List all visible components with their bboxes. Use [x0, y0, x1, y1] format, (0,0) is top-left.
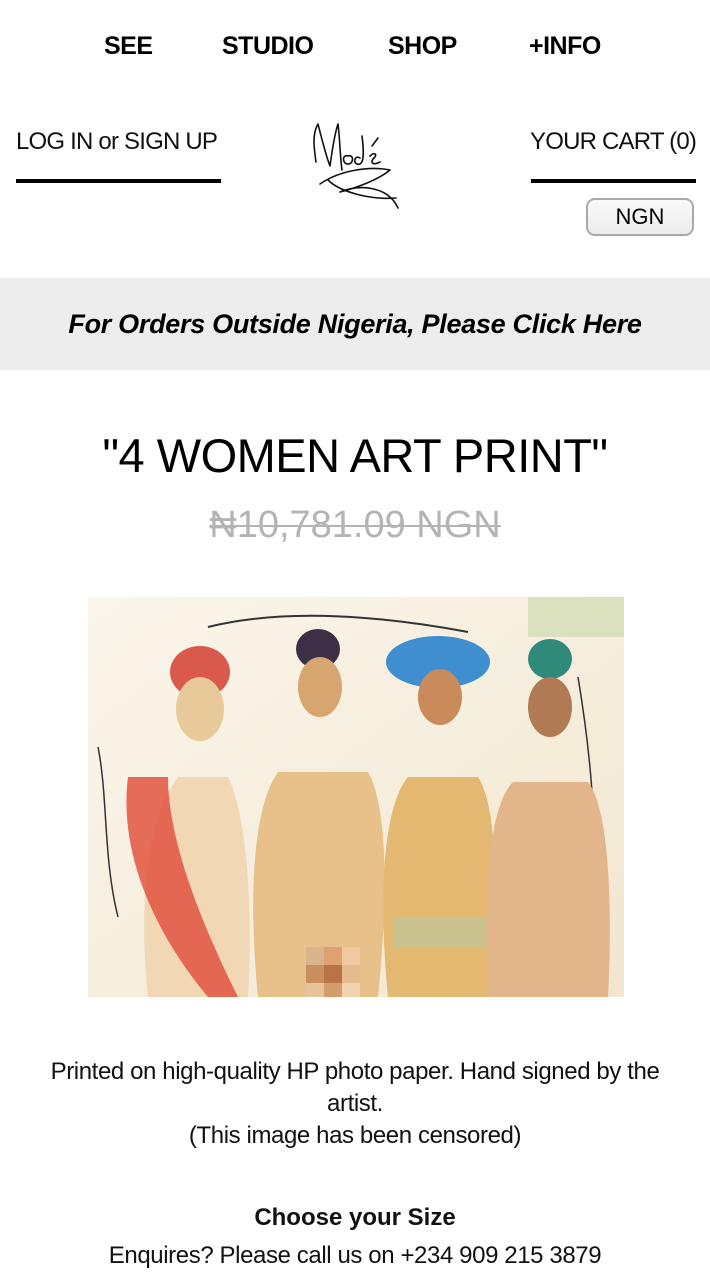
product-image[interactable]	[88, 597, 624, 997]
description-line-2: (This image has been censored)	[188, 1122, 522, 1149]
cart-underline	[531, 179, 696, 183]
cart-link[interactable]: YOUR CART (0)	[530, 128, 697, 156]
nav-shop-link[interactable]: SHOP	[388, 32, 457, 61]
international-orders-banner: For Orders Outside Nigeria, Please Click…	[0, 278, 710, 370]
enquiry-text: Enquires? Please call us on +234 909 215…	[108, 1242, 602, 1269]
description-line-1: Printed on high-quality HP photo paper. …	[50, 1058, 660, 1117]
choose-size-label: Choose your Size	[254, 1204, 456, 1231]
mode-signature-logo[interactable]	[300, 100, 410, 215]
international-orders-link[interactable]: For Orders Outside Nigeria, Please Click…	[68, 309, 642, 340]
currency-select[interactable]: NGN	[586, 198, 694, 236]
login-underline	[16, 179, 221, 183]
login-signup-link[interactable]: LOG IN or SIGN UP	[16, 128, 221, 156]
product-title: "4 WOMEN ART PRINT"	[102, 429, 608, 482]
nav-info-link[interactable]: +INFO	[529, 32, 601, 61]
product-description: Printed on high-quality HP photo paper. …	[30, 1056, 680, 1152]
nav-studio-link[interactable]: STUDIO	[222, 32, 314, 61]
nav-see-link[interactable]: SEE	[104, 32, 153, 61]
main-nav: SEE STUDIO SHOP +INFO	[0, 0, 710, 96]
censor-pixelation	[306, 947, 360, 997]
product-price: ₦10,781.09 NGN	[209, 504, 501, 546]
